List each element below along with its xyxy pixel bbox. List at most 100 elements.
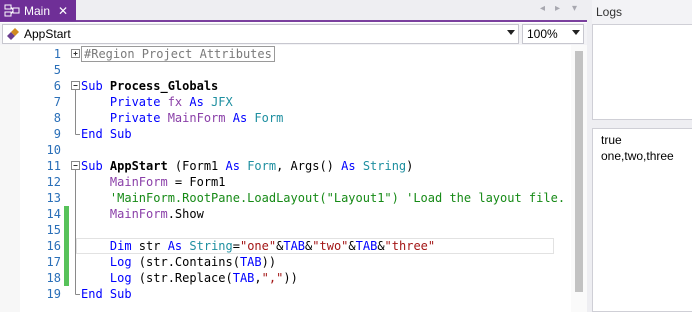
code-token: MainForm [167,111,226,125]
code-token: "one" [239,239,277,253]
fold-guide [70,206,81,222]
collapse-block-icon[interactable] [70,78,81,94]
fold-guide [70,270,81,286]
fold-guide [70,238,81,254]
chevron-down-icon[interactable] [507,30,515,35]
line-number: 8 [53,111,61,125]
change-marker [64,190,69,206]
code-token: ) [406,159,414,173]
vertical-scrollbar[interactable] [571,45,587,312]
line-number: 10 [46,143,61,157]
fold-guide [70,94,81,110]
code-line[interactable]: Private MainForm As Form [81,110,581,126]
tab-main[interactable]: Main ✕ [0,0,76,21]
code-line[interactable]: 'MainForm.RootPane.LoadLayout("Layout1")… [81,190,581,206]
change-marker [64,254,69,270]
zoom-dropdown[interactable]: 100% [522,24,584,44]
code-line[interactable]: Sub Process_Globals [81,78,581,94]
chevron-down-icon[interactable] [572,30,580,35]
fold-guide [70,110,81,126]
line-number: 1 [53,47,61,61]
code-token: , [254,271,262,285]
line-number: 11 [46,159,61,173]
code-token: As [182,95,212,109]
code-token: TAB [232,271,255,285]
code-line[interactable]: MainForm = Form1 [81,174,581,190]
expand-region-icon[interactable] [70,46,81,62]
code-token: (str.Replace( [131,271,233,285]
code-token: fx [167,95,183,109]
code-line[interactable]: Sub AppStart (Form1 As Form, Args() As S… [81,158,581,174]
code-line[interactable] [81,62,581,78]
code-token: & [348,239,356,253]
code-token: Dim [81,239,139,253]
change-marker [64,46,69,62]
tab-main-label: Main [24,3,51,18]
code-token: "," [261,271,284,285]
line-number: 18 [46,271,61,285]
code-token: Private [81,111,168,125]
change-marker [64,206,69,222]
fold-guide-end [70,286,81,302]
code-line[interactable]: Log (str.Replace(TAB,",")) [81,270,581,286]
code-token: AppStart [109,159,168,173]
code-line[interactable] [81,142,581,158]
fold-guide [70,222,81,238]
code-token: , Args() [276,159,342,173]
code-token: TAB [355,239,378,253]
code-token: String [189,239,233,253]
line-number: 19 [46,287,61,301]
code-token: = [232,239,240,253]
change-marker [64,238,69,254]
fold-guide [70,174,81,190]
region-label: #Region Project Attributes [81,46,275,62]
code-line[interactable]: Private fx As JFX [81,94,581,110]
collapse-block-icon[interactable] [70,158,81,174]
change-marker [64,174,69,190]
logs-panel-title: Logs [592,0,692,24]
code-token: As [341,159,363,173]
method-icon [6,27,20,41]
change-marker [64,222,69,238]
log-entry: one,two,three [601,149,674,163]
code-token: Private [81,95,168,109]
close-icon[interactable]: ✕ [58,5,68,17]
tab-list-menu-icon[interactable]: ▾ [572,3,577,14]
code-line[interactable]: MainForm.Show [81,206,581,222]
code-token: Sub [81,79,110,93]
code-line[interactable]: End Sub [81,286,581,302]
tab-scroll-left-icon[interactable]: ◂ [540,3,545,14]
line-number: 14 [46,207,61,221]
change-marker [64,126,69,142]
code-line[interactable]: Log (str.Contains(TAB)) [81,254,581,270]
code-token: Log [81,255,132,269]
code-line[interactable]: End Sub [81,126,581,142]
code-line[interactable] [81,222,581,238]
sub-selector-dropdown[interactable]: AppStart [2,24,519,44]
code-token: str [138,239,161,253]
change-marker [64,270,69,286]
code-editor[interactable]: 1 5 6 7 8 9 10 11 12 13 14 15 16 17 18 19 #Region Proje… [0,45,587,312]
code-area[interactable]: #Region Project Attributes Sub Process_Gl… [81,46,581,302]
change-markers [64,46,69,302]
code-line[interactable]: #Region Project Attributes [81,46,581,62]
editor-toolbar: AppStart 100% [0,23,587,45]
document-tab-strip: Main ✕ ◂ ▸ ▾ [0,0,587,22]
line-number: 7 [53,95,61,109]
code-token: TAB [283,239,306,253]
code-line[interactable]: Dim str As String="one"&TAB&"two"&TAB&"t… [81,238,581,254]
tab-scroll-right-icon[interactable]: ▸ [555,3,560,14]
code-token: MainForm [109,175,168,189]
line-number: 9 [53,127,61,141]
change-marker [64,62,69,78]
fold-empty [70,62,81,78]
log-entry: true [601,133,622,147]
logs-splitter[interactable] [592,120,692,128]
scrollbar-thumb[interactable] [575,51,583,292]
code-token: (Form1 [167,159,226,173]
line-number: 13 [46,191,61,205]
code-token: "two" [312,239,349,253]
code-token: End Sub [81,127,132,141]
change-marker [64,158,69,174]
